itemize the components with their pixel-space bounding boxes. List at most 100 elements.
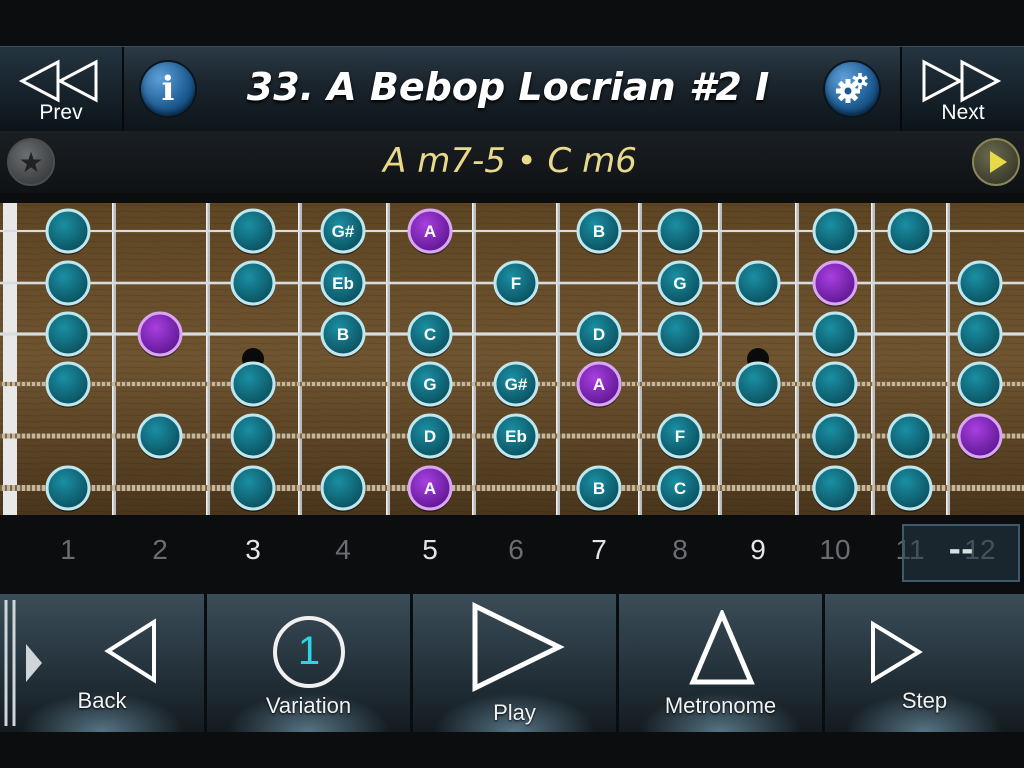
note-marker[interactable] bbox=[45, 465, 91, 512]
prev-label: Prev bbox=[39, 101, 83, 124]
fret-wire-highlight bbox=[946, 203, 948, 515]
note-marker[interactable] bbox=[230, 465, 276, 512]
rewind-icon bbox=[18, 59, 98, 103]
note-label: Eb bbox=[332, 274, 354, 293]
note-marker[interactable] bbox=[957, 413, 1003, 460]
note-marker[interactable] bbox=[812, 413, 858, 460]
note-marker[interactable]: D bbox=[407, 413, 453, 460]
note-marker[interactable] bbox=[812, 311, 858, 358]
note-marker[interactable] bbox=[45, 361, 91, 408]
note-marker[interactable]: B bbox=[320, 311, 366, 358]
note-marker[interactable] bbox=[137, 311, 183, 358]
note-marker[interactable] bbox=[957, 361, 1003, 408]
note-marker[interactable]: C bbox=[657, 465, 703, 512]
note-label: A bbox=[424, 479, 436, 498]
info-button[interactable]: i bbox=[141, 62, 195, 116]
note-marker[interactable]: Eb bbox=[493, 413, 539, 460]
note-marker[interactable] bbox=[657, 311, 703, 358]
note-marker[interactable] bbox=[957, 260, 1003, 307]
note-marker[interactable] bbox=[957, 311, 1003, 358]
note-marker[interactable]: F bbox=[657, 413, 703, 460]
fretboard-canvas: G# A B Eb F G B C D G G# A D Eb F A B C bbox=[0, 203, 1024, 515]
note-marker[interactable] bbox=[320, 465, 366, 512]
fret-wire-highlight bbox=[556, 203, 558, 515]
header-bar: Prev i 33. A Bebop Locrian #2 I Next bbox=[0, 46, 1024, 132]
note-marker[interactable]: G bbox=[407, 361, 453, 408]
next-label: Next bbox=[941, 101, 985, 124]
fret-number: 10 bbox=[819, 534, 851, 565]
play-button[interactable]: Play bbox=[413, 594, 619, 732]
note-marker[interactable] bbox=[812, 260, 858, 307]
note-dot bbox=[812, 260, 858, 306]
note-marker[interactable]: A bbox=[576, 361, 622, 408]
variation-value: 1 bbox=[273, 616, 345, 688]
drawer-handle[interactable] bbox=[0, 594, 46, 732]
metronome-button[interactable]: Metronome bbox=[619, 594, 825, 732]
step-arrow-icon bbox=[871, 620, 923, 684]
prev-button[interactable]: Prev bbox=[0, 47, 124, 131]
fretboard[interactable]: G# A B Eb F G B C D G G# A D Eb F A B C bbox=[0, 203, 1024, 515]
note-marker[interactable]: A bbox=[407, 208, 453, 255]
note-marker[interactable] bbox=[230, 260, 276, 307]
settings-button[interactable] bbox=[825, 62, 879, 116]
note-dot bbox=[657, 208, 703, 254]
note-marker[interactable] bbox=[230, 413, 276, 460]
fret-number: 7 bbox=[591, 534, 607, 565]
fret-number: 5 bbox=[422, 534, 438, 565]
favorite-button[interactable]: ★ bbox=[7, 138, 55, 186]
note-dot bbox=[45, 260, 91, 306]
note-marker[interactable] bbox=[230, 208, 276, 255]
next-button[interactable]: Next bbox=[900, 47, 1024, 131]
note-marker[interactable] bbox=[137, 413, 183, 460]
star-icon: ★ bbox=[18, 145, 44, 179]
note-dot bbox=[887, 413, 933, 459]
note-marker[interactable] bbox=[812, 465, 858, 512]
note-marker[interactable]: C bbox=[407, 311, 453, 358]
fret-number: 6 bbox=[508, 534, 524, 565]
note-marker[interactable]: G# bbox=[493, 361, 539, 408]
page-title: 33. A Bebop Locrian #2 I bbox=[246, 65, 770, 109]
note-label: G# bbox=[505, 375, 528, 394]
note-dot bbox=[957, 311, 1003, 357]
note-marker[interactable] bbox=[45, 208, 91, 255]
fret-wire-highlight bbox=[638, 203, 640, 515]
fret-number-row: 123456789101112 bbox=[0, 520, 1024, 584]
note-marker[interactable] bbox=[887, 413, 933, 460]
note-marker[interactable] bbox=[230, 361, 276, 408]
play-chord-button[interactable] bbox=[972, 138, 1020, 186]
note-marker[interactable] bbox=[45, 260, 91, 307]
note-marker[interactable] bbox=[657, 208, 703, 255]
note-marker[interactable]: A bbox=[407, 465, 453, 512]
note-marker[interactable]: Eb bbox=[320, 260, 366, 307]
note-marker[interactable]: G bbox=[657, 260, 703, 307]
note-marker[interactable] bbox=[812, 361, 858, 408]
note-marker[interactable]: B bbox=[576, 465, 622, 512]
metronome-icon bbox=[689, 610, 755, 685]
note-marker[interactable] bbox=[812, 208, 858, 255]
fret-number: 4 bbox=[335, 534, 351, 565]
gear-icon bbox=[836, 73, 868, 103]
note-dot bbox=[735, 361, 781, 407]
fret-range-selector[interactable]: -- bbox=[902, 524, 1020, 582]
note-marker[interactable] bbox=[735, 260, 781, 307]
fret-wire-highlight bbox=[472, 203, 474, 515]
note-marker[interactable] bbox=[887, 465, 933, 512]
note-marker[interactable]: B bbox=[576, 208, 622, 255]
note-marker[interactable] bbox=[887, 208, 933, 255]
variation-button[interactable]: 1 Variation bbox=[207, 594, 413, 732]
step-button[interactable]: Step bbox=[825, 594, 1024, 732]
fret-wire-highlight bbox=[795, 203, 797, 515]
note-marker[interactable] bbox=[45, 311, 91, 358]
note-marker[interactable]: G# bbox=[320, 208, 366, 255]
note-dot bbox=[137, 413, 183, 459]
note-label: G bbox=[423, 375, 436, 394]
fret-wire-highlight bbox=[718, 203, 720, 515]
note-label: C bbox=[674, 479, 686, 498]
string bbox=[0, 229, 1024, 233]
note-label: F bbox=[511, 274, 521, 293]
note-marker[interactable]: D bbox=[576, 311, 622, 358]
note-label: D bbox=[424, 427, 436, 446]
note-marker[interactable] bbox=[735, 361, 781, 408]
note-dot bbox=[812, 465, 858, 511]
note-marker[interactable]: F bbox=[493, 260, 539, 307]
